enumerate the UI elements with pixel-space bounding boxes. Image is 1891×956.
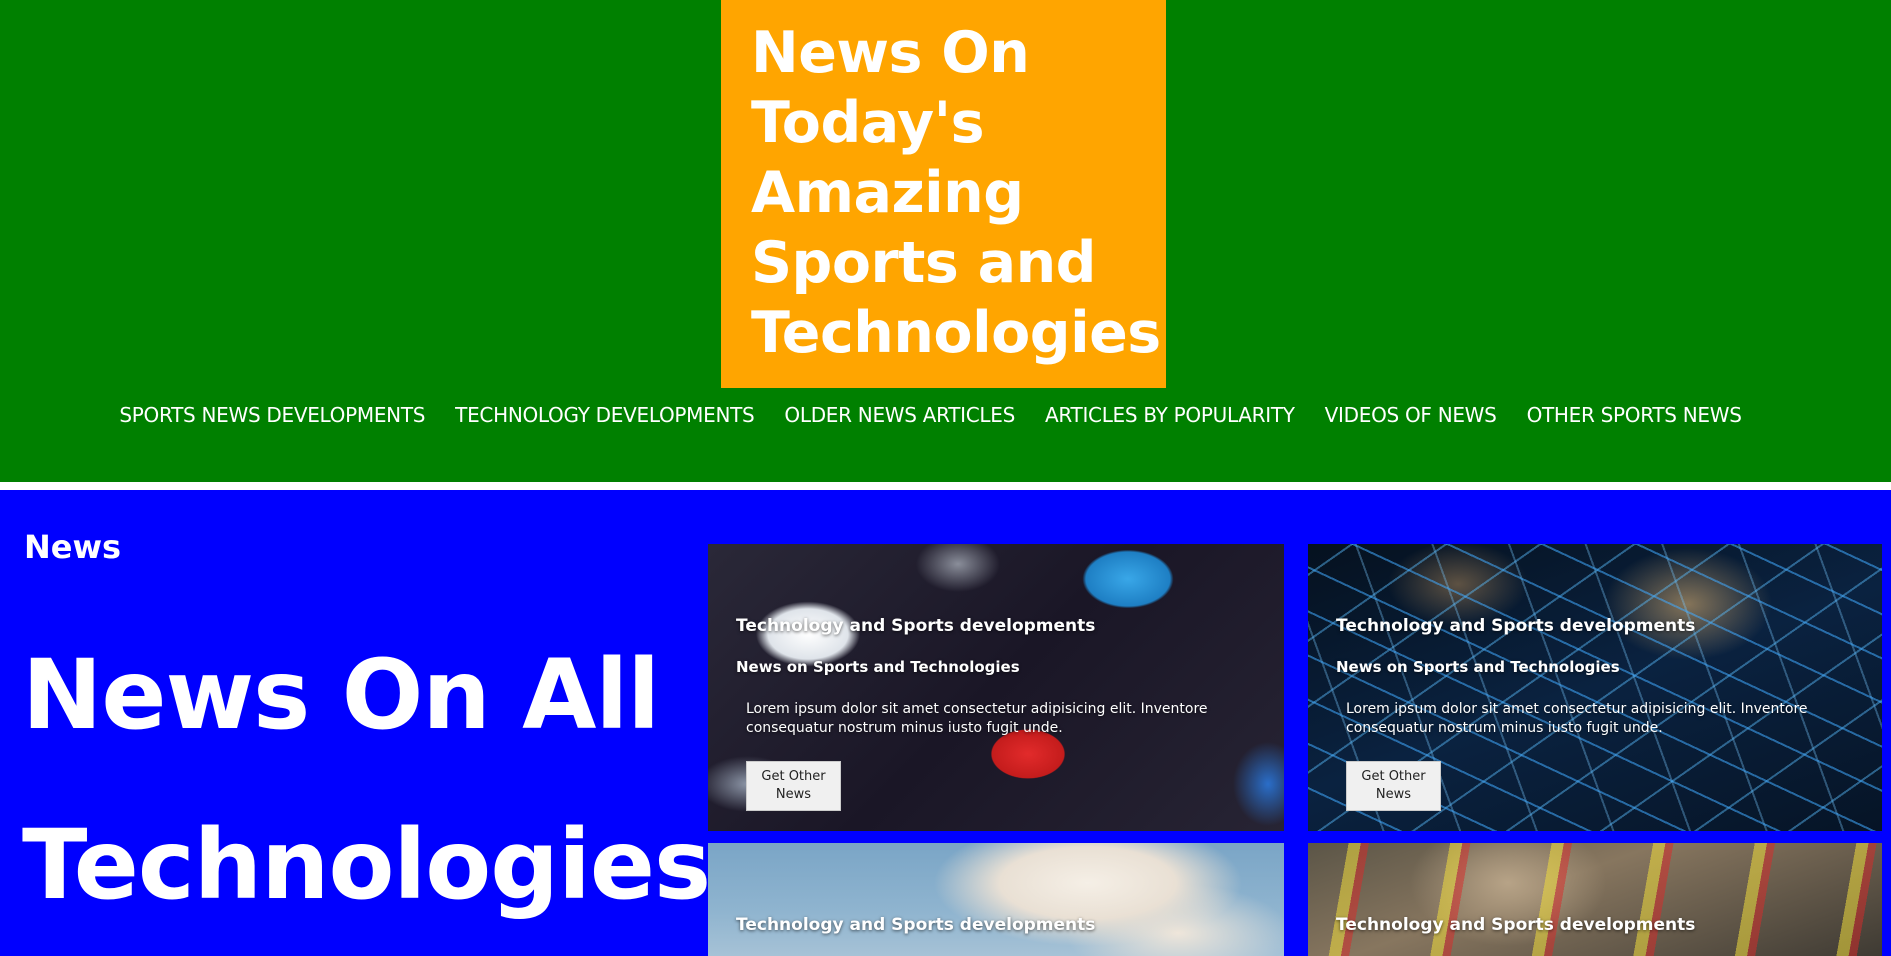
sky-clouds-photo (708, 843, 1284, 956)
news-card: Technology and Sports developments (1308, 843, 1882, 956)
nav-articles-by-popularity[interactable]: ARTICLES BY POPULARITY (1045, 400, 1295, 430)
site-header: News On Today's Amazing Sports and Techn… (0, 0, 1891, 482)
news-card: Technology and Sports developments News … (708, 544, 1284, 831)
get-other-news-button[interactable]: Get Other News (746, 761, 841, 811)
circuit-board-photo (1308, 843, 1882, 956)
card-title: News on Sports and Technologies (736, 658, 1020, 676)
card-title: News on Sports and Technologies (1336, 658, 1620, 676)
nav-videos-of-news[interactable]: VIDEOS OF NEWS (1325, 400, 1497, 430)
nav-other-sports-news[interactable]: OTHER SPORTS NEWS (1527, 400, 1742, 430)
card-description: Lorem ipsum dolor sit amet consectetur a… (746, 701, 1208, 736)
main-nav: SPORTS NEWS DEVELOPMENTS TECHNOLOGY DEVE… (0, 400, 1891, 430)
hero-line-1: News On All (22, 639, 660, 751)
news-card: Technology and Sports developments News … (1308, 544, 1882, 831)
site-title: News On Today's Amazing Sports and Techn… (751, 20, 1161, 366)
hero-heading: News On All Technologies (22, 610, 711, 950)
news-section: News News On All Technologies Technology… (0, 490, 1891, 956)
hero-line-2: Technologies (22, 809, 711, 921)
card-kicker: Technology and Sports developments (1336, 915, 1696, 935)
site-title-box: News On Today's Amazing Sports and Techn… (721, 0, 1166, 388)
card-kicker: Technology and Sports developments (1336, 616, 1696, 636)
nav-older-news-articles[interactable]: OLDER NEWS ARTICLES (784, 400, 1015, 430)
news-card: Technology and Sports developments (708, 843, 1284, 956)
nav-sports-news-developments[interactable]: SPORTS NEWS DEVELOPMENTS (119, 400, 425, 430)
card-description: Lorem ipsum dolor sit amet consectetur a… (1346, 701, 1808, 736)
nav-technology-developments[interactable]: TECHNOLOGY DEVELOPMENTS (455, 400, 755, 430)
card-kicker: Technology and Sports developments (736, 616, 1096, 636)
header-divider (0, 482, 1891, 490)
card-kicker: Technology and Sports developments (736, 915, 1096, 935)
get-other-news-button[interactable]: Get Other News (1346, 761, 1441, 811)
section-eyebrow: News (24, 528, 122, 566)
